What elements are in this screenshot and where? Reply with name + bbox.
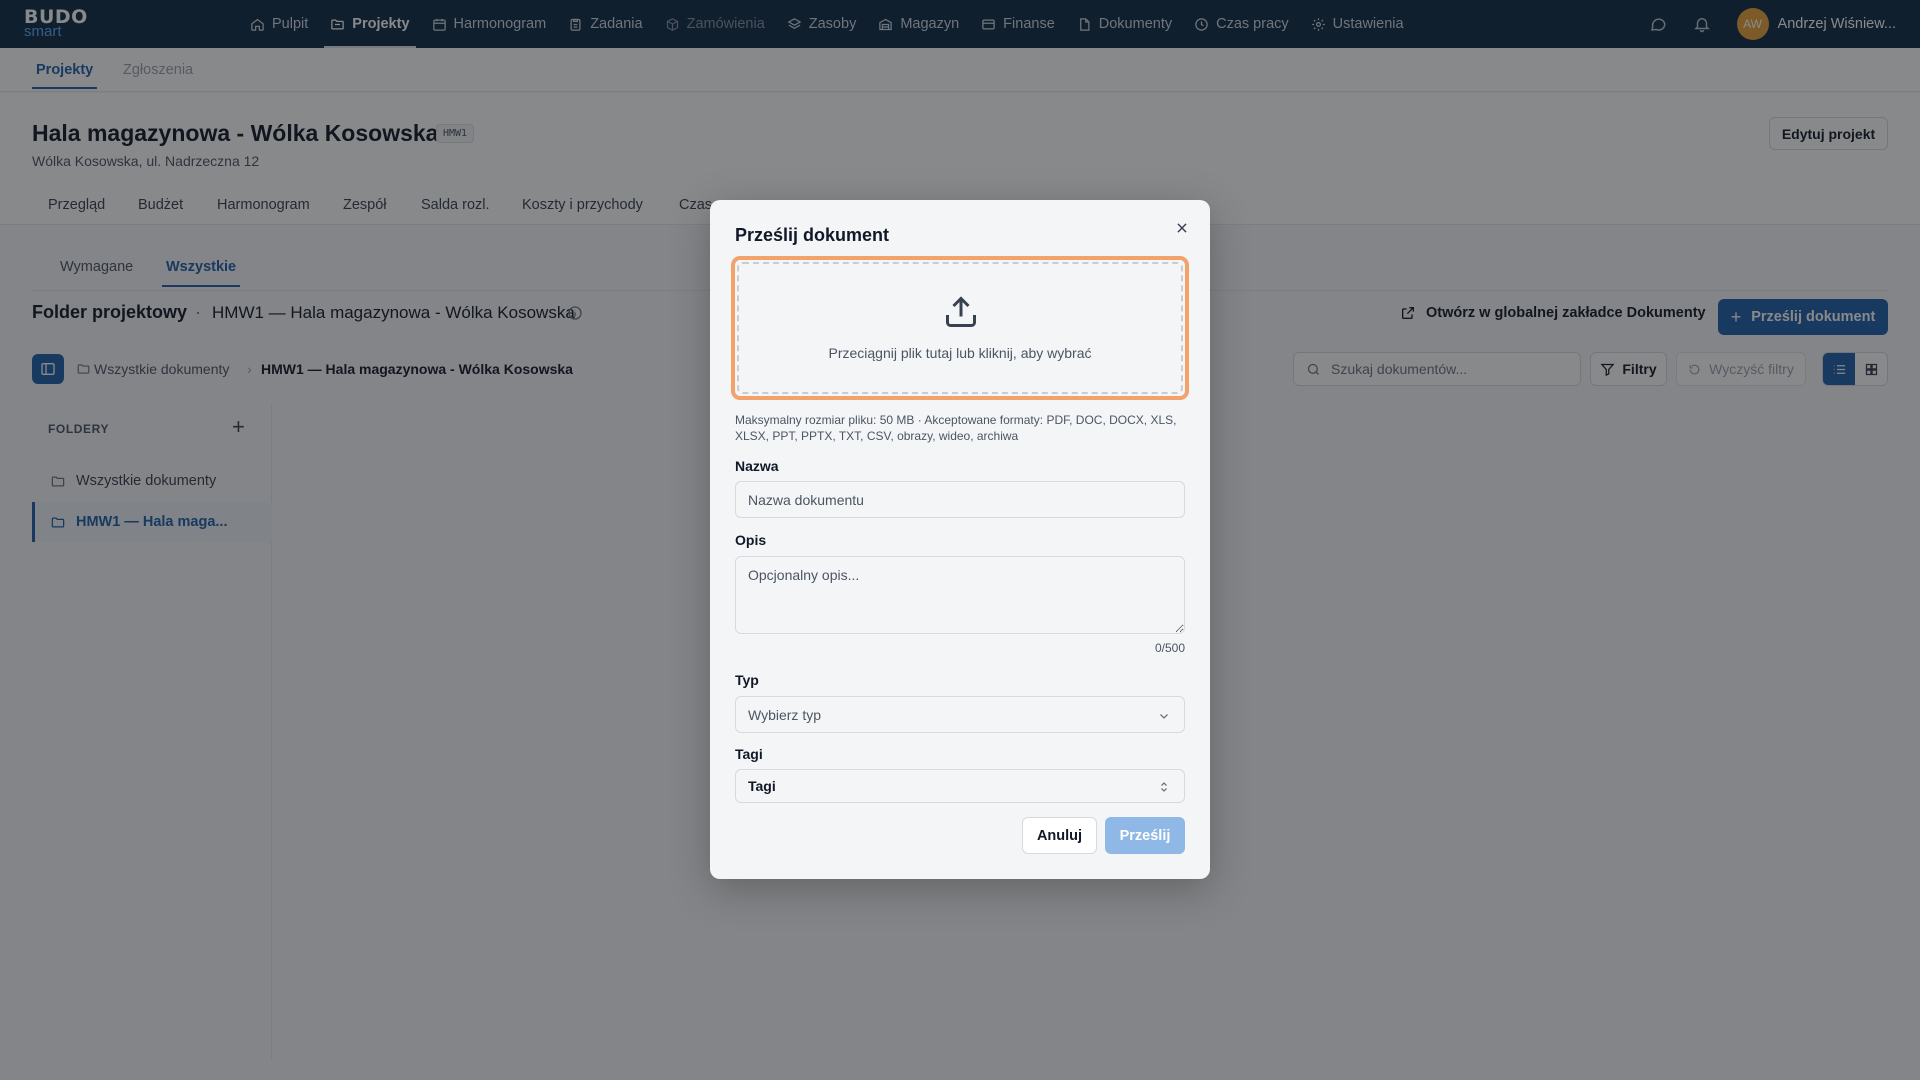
tags-label: Tagi (735, 746, 763, 762)
description-label: Opis (735, 532, 767, 548)
description-char-counter: 0/500 (1154, 641, 1185, 655)
dropzone-text: Przeciągnij plik tutaj lub kliknij, aby … (828, 345, 1092, 361)
dialog-title: Prześlij dokument (735, 225, 890, 245)
chevron-down-icon (1160, 714, 1168, 719)
file-dropzone[interactable]: Przeciągnij plik tutaj lub kliknij, aby … (731, 256, 1189, 400)
upload-document-dialog: Prześlij dokument Przeciągnij plik tutaj… (710, 200, 1210, 879)
tags-select[interactable]: Tagi (735, 769, 1185, 803)
tags-select-value: Tagi (748, 778, 776, 794)
type-select-value: Wybierz typ (748, 706, 822, 723)
description-textarea[interactable] (735, 556, 1185, 634)
submit-button[interactable]: Prześlij (1105, 817, 1185, 854)
upload-icon (946, 296, 976, 327)
name-label: Nazwa (735, 458, 779, 474)
type-label: Typ (735, 672, 759, 688)
cancel-button[interactable]: Anuluj (1022, 817, 1097, 854)
chevron-up-down-icon (1161, 782, 1167, 792)
document-name-input[interactable] (735, 481, 1185, 518)
file-format-hint: Maksymalny rozmiar pliku: 50 MB · Akcept… (735, 413, 1177, 443)
close-icon (1177, 223, 1187, 233)
type-select[interactable]: Wybierz typ (735, 696, 1185, 733)
close-button[interactable] (1172, 218, 1192, 238)
